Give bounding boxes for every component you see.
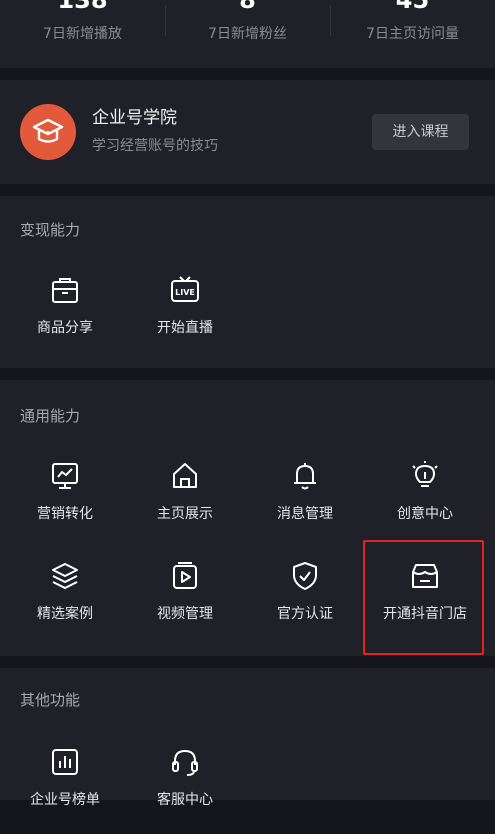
grid-item-label: 消息管理 bbox=[277, 506, 333, 522]
bulb-icon bbox=[409, 460, 441, 492]
grid-item-label: 客服中心 bbox=[157, 792, 213, 808]
academy-logo bbox=[20, 104, 76, 160]
grid-item-customer-service[interactable]: 客服中心 bbox=[125, 746, 245, 834]
section-title: 通用能力 bbox=[20, 407, 81, 425]
headset-icon bbox=[169, 746, 201, 778]
stat-label: 7日新增播放 bbox=[43, 26, 122, 42]
grid-item-homepage[interactable]: 主页展示 bbox=[125, 460, 245, 548]
grid-item-label: 企业号榜单 bbox=[30, 792, 100, 808]
live-icon: LIVE bbox=[169, 274, 201, 306]
stat-value: 8 bbox=[239, 0, 256, 14]
grid-item-label: 营销转化 bbox=[37, 506, 93, 522]
grid-item-creative[interactable]: 创意中心 bbox=[365, 460, 485, 548]
enter-course-button[interactable]: 进入课程 bbox=[372, 114, 469, 150]
grid-item-label: 创意中心 bbox=[397, 506, 453, 522]
graduation-cap-icon bbox=[32, 118, 64, 143]
stat-label: 7日主页访问量 bbox=[366, 26, 459, 42]
bell-icon bbox=[289, 460, 321, 492]
grid-item-messages[interactable]: 消息管理 bbox=[245, 460, 365, 548]
academy-title: 企业号学院 bbox=[92, 108, 177, 128]
grid-item-start-live[interactable]: LIVE 开始直播 bbox=[125, 274, 245, 362]
other-card: 其他功能 企业号榜单 客服中心 bbox=[0, 668, 495, 808]
grid-item-label: 官方认证 bbox=[277, 606, 333, 622]
stat-label: 7日新增粉丝 bbox=[208, 26, 287, 42]
stat-value: 45 bbox=[395, 0, 430, 14]
shield-check-icon bbox=[289, 560, 321, 592]
briefcase-icon bbox=[49, 274, 81, 306]
grid-item-label: 商品分享 bbox=[37, 320, 93, 336]
bar-chart-icon bbox=[49, 746, 81, 778]
svg-text:LIVE: LIVE bbox=[175, 288, 195, 297]
grid-item-label: 开始直播 bbox=[157, 320, 213, 336]
academy-subtitle: 学习经营账号的技巧 bbox=[92, 138, 218, 154]
chart-monitor-icon bbox=[49, 460, 81, 492]
grid-item-marketing[interactable]: 营销转化 bbox=[5, 460, 125, 548]
grid-item-product-share[interactable]: 商品分享 bbox=[5, 274, 125, 362]
grid-item-label: 精选案例 bbox=[37, 606, 93, 622]
layers-icon bbox=[49, 560, 81, 592]
grid-item-cases[interactable]: 精选案例 bbox=[5, 560, 125, 648]
section-title: 其他功能 bbox=[20, 691, 81, 709]
academy-card[interactable]: 企业号学院 学习经营账号的技巧 进入课程 bbox=[0, 80, 495, 184]
stats-card: 138 7日新增播放 8 7日新增粉丝 45 7日主页访问量 bbox=[0, 0, 495, 68]
grid-item-ranking[interactable]: 企业号榜单 bbox=[5, 746, 125, 834]
grid-item-certification[interactable]: 官方认证 bbox=[245, 560, 365, 648]
grid-item-label: 主页展示 bbox=[157, 506, 213, 522]
highlight-box bbox=[363, 540, 484, 655]
video-icon bbox=[169, 560, 201, 592]
section-title: 变现能力 bbox=[20, 221, 81, 239]
grid-item-video-manage[interactable]: 视频管理 bbox=[125, 560, 245, 648]
home-icon bbox=[169, 460, 201, 492]
stat-value: 138 bbox=[57, 0, 108, 14]
monetize-card: 变现能力 商品分享 LIVE 开始直播 bbox=[0, 196, 495, 368]
grid-item-label: 视频管理 bbox=[157, 606, 213, 622]
